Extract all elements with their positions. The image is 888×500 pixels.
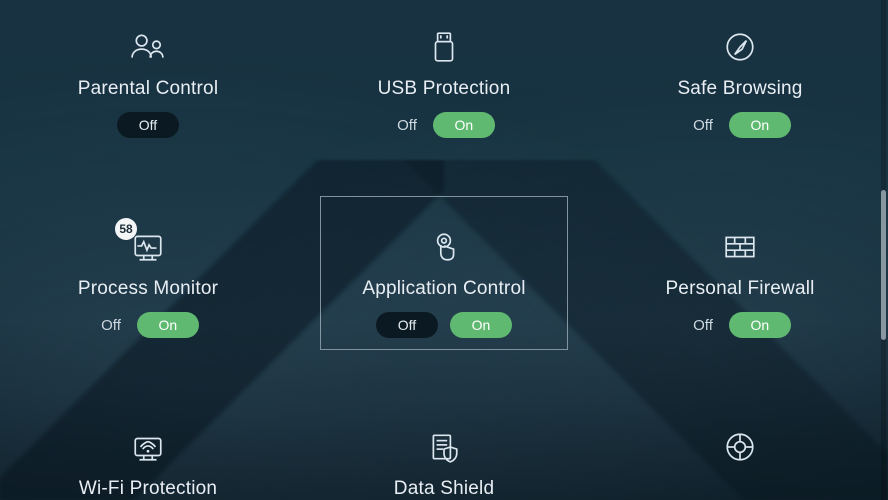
feature-title: Personal Firewall <box>665 278 814 300</box>
feature-card-usb-protection[interactable]: USB Protection Off On <box>296 8 592 208</box>
feature-card-safe-browsing[interactable]: Safe Browsing Off On <box>592 8 888 208</box>
toggle-on-pill[interactable]: On <box>450 312 512 338</box>
heartbeat-icon: 58 <box>123 226 173 268</box>
feature-card-process-monitor[interactable]: 58 Process Monitor Off On <box>0 208 296 408</box>
toggle-off-label[interactable]: Off <box>689 117 717 134</box>
vertical-scrollbar-thumb[interactable] <box>881 190 886 340</box>
feature-card-data-shield[interactable]: Data Shield <box>296 408 592 500</box>
feature-card-personal-firewall[interactable]: Personal Firewall Off On <box>592 208 888 408</box>
toggle-row: Off On <box>689 112 791 138</box>
toggle-on-pill[interactable]: On <box>729 312 791 338</box>
feature-card-wifi-protection[interactable]: Wi-Fi Protection <box>0 408 296 500</box>
feature-title: Parental Control <box>78 78 219 100</box>
toggle-on-pill[interactable]: On <box>433 112 495 138</box>
toggle-off-label[interactable]: Off <box>393 117 421 134</box>
toggle-on-pill[interactable]: On <box>137 312 199 338</box>
lifebuoy-icon <box>715 426 765 468</box>
touch-icon <box>419 226 469 268</box>
feature-title: Data Shield <box>394 478 494 500</box>
brickwall-icon <box>715 226 765 268</box>
feature-title: Wi-Fi Protection <box>79 478 217 500</box>
toggle-off-label[interactable]: Off <box>689 317 717 334</box>
toggle-row: Off On <box>376 312 512 338</box>
wifi-icon <box>123 426 173 468</box>
compass-icon <box>715 26 765 68</box>
toggle-on-pill[interactable]: On <box>729 112 791 138</box>
feature-card-application-control[interactable]: Application Control Off On <box>296 208 592 408</box>
toggle-off-pill[interactable]: Off <box>117 112 179 138</box>
badge-count: 58 <box>115 218 137 240</box>
doc-shield-icon <box>419 426 469 468</box>
feature-card-rescue-kit[interactable] <box>592 408 888 500</box>
feature-title: Process Monitor <box>78 278 218 300</box>
feature-title: USB Protection <box>378 78 511 100</box>
feature-title: Application Control <box>362 278 525 300</box>
usb-icon <box>419 26 469 68</box>
feature-card-parental-control[interactable]: Parental Control Off <box>0 8 296 208</box>
toggle-row: Off <box>117 112 179 138</box>
toggle-off-label[interactable]: Off <box>97 317 125 334</box>
toggle-row: Off On <box>689 312 791 338</box>
toggle-row: Off On <box>97 312 199 338</box>
people-icon <box>123 26 173 68</box>
toggle-off-pill[interactable]: Off <box>376 312 438 338</box>
feature-title: Safe Browsing <box>677 78 802 100</box>
toggle-row: Off On <box>393 112 495 138</box>
